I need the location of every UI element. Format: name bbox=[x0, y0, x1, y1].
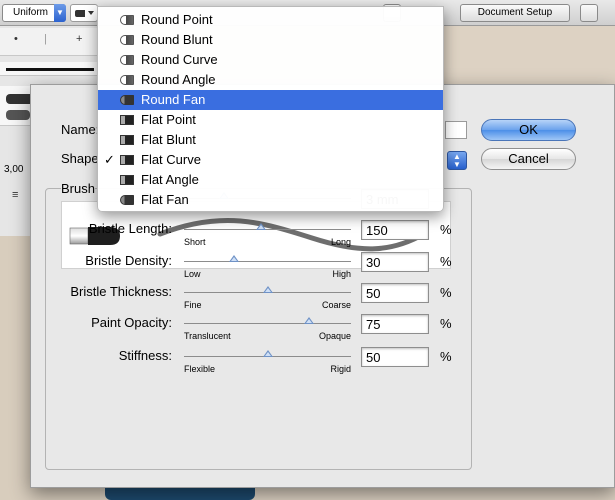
stroke-profile-value: Uniform bbox=[13, 7, 49, 18]
shape-menu-item[interactable]: Round Angle bbox=[98, 70, 443, 90]
name-label: Name: bbox=[61, 122, 100, 137]
stroke-weight-value: 3,00 bbox=[4, 164, 24, 175]
slider-min-label: Short bbox=[184, 237, 206, 247]
shape-menu-item[interactable]: Flat Point bbox=[98, 110, 443, 130]
panel-row[interactable]: • | + bbox=[0, 28, 100, 56]
shape-menu-item[interactable]: Round Blunt bbox=[98, 30, 443, 50]
slider-max-label: Long bbox=[330, 237, 351, 247]
shape-menu-item-label: Round Point bbox=[141, 12, 213, 27]
round-fan-icon bbox=[120, 95, 134, 105]
shape-menu-item[interactable]: Flat Fan bbox=[98, 190, 443, 210]
flat-point-icon bbox=[120, 115, 134, 125]
shape-menu-item-label: Flat Blunt bbox=[141, 132, 196, 147]
stroke-sample bbox=[6, 68, 94, 71]
slider-min-label: Fine bbox=[184, 300, 202, 310]
param-slider-thumb[interactable] bbox=[255, 223, 266, 230]
align-icon[interactable]: ≡ bbox=[12, 189, 18, 201]
shape-menu-item[interactable]: ✓ Flat Curve bbox=[98, 150, 443, 170]
name-field[interactable] bbox=[445, 121, 467, 139]
slider-max-label: High bbox=[332, 269, 351, 279]
shape-menu-item-label: Round Fan bbox=[141, 92, 206, 107]
round-curve-icon bbox=[120, 55, 134, 65]
cancel-button[interactable]: Cancel bbox=[481, 148, 576, 170]
dot-icon: • bbox=[14, 33, 18, 45]
shape-stepper[interactable]: ▲ ▼ bbox=[447, 151, 467, 170]
flat-angle-icon bbox=[120, 175, 134, 185]
panel-row[interactable] bbox=[0, 62, 100, 76]
document-setup-button[interactable]: Document Setup bbox=[460, 4, 570, 22]
plus-icon: + bbox=[76, 33, 83, 45]
param-label: Bristle Length: bbox=[88, 221, 172, 236]
flat-blunt-icon bbox=[120, 135, 134, 145]
shape-menu-item-label: Round Angle bbox=[141, 72, 216, 87]
param-value-field[interactable]: 50 bbox=[361, 283, 429, 303]
slider-min-label: Low bbox=[184, 269, 201, 279]
param-slider-track[interactable] bbox=[184, 261, 351, 262]
divider-icon: | bbox=[44, 33, 47, 45]
param-unit: % bbox=[440, 222, 452, 237]
shape-menu-item-label: Round Blunt bbox=[141, 32, 213, 47]
shape-menu-item-label: Flat Fan bbox=[141, 192, 189, 207]
round-angle-icon bbox=[120, 75, 134, 85]
round-point-icon bbox=[120, 15, 134, 25]
param-label: Bristle Density: bbox=[85, 253, 172, 268]
shape-menu-item[interactable]: Round Curve bbox=[98, 50, 443, 70]
param-label: Paint Opacity: bbox=[91, 315, 172, 330]
param-slider-track[interactable] bbox=[184, 323, 351, 324]
shape-label: Shape bbox=[61, 151, 99, 166]
shape-menu-item-label: Flat Point bbox=[141, 112, 196, 127]
flat-curve-icon bbox=[120, 155, 134, 165]
param-value-field[interactable]: 30 bbox=[361, 252, 429, 272]
param-unit: % bbox=[440, 316, 452, 331]
slider-min-label: Translucent bbox=[184, 331, 231, 341]
shape-menu-item[interactable]: Round Fan bbox=[98, 90, 443, 110]
ok-button[interactable]: OK bbox=[481, 119, 576, 141]
shape-menu-item[interactable]: Flat Blunt bbox=[98, 130, 443, 150]
brush-preview-icon bbox=[75, 10, 85, 17]
round-blunt-icon bbox=[120, 35, 134, 45]
shape-menu-item-label: Flat Curve bbox=[141, 152, 201, 167]
param-value-field[interactable]: 75 bbox=[361, 314, 429, 334]
slider-min-label: Flexible bbox=[184, 364, 216, 374]
control-button[interactable] bbox=[580, 4, 598, 22]
slider-max-label: Rigid bbox=[330, 364, 351, 374]
param-unit: % bbox=[440, 254, 452, 269]
chevron-down-icon: ▼ bbox=[54, 4, 66, 22]
param-value-field[interactable]: 50 bbox=[361, 347, 429, 367]
brush-sample bbox=[6, 110, 30, 120]
param-label: Stiffness: bbox=[118, 348, 172, 363]
document-object bbox=[105, 486, 255, 500]
shape-menu-item-label: Flat Angle bbox=[141, 172, 199, 187]
brush-definition-select[interactable] bbox=[70, 4, 98, 22]
shape-menu-item[interactable]: Flat Angle bbox=[98, 170, 443, 190]
param-slider-thumb[interactable] bbox=[262, 286, 273, 293]
slider-max-label: Opaque bbox=[318, 331, 351, 341]
param-slider-track[interactable] bbox=[184, 229, 351, 230]
chevron-down-icon bbox=[88, 11, 94, 15]
param-slider-thumb[interactable] bbox=[304, 317, 315, 324]
param-slider-thumb[interactable] bbox=[262, 350, 273, 357]
param-label: Bristle Thickness: bbox=[70, 284, 172, 299]
stroke-profile-select[interactable]: Uniform ▼ bbox=[2, 4, 66, 22]
param-unit: % bbox=[440, 285, 452, 300]
slider-max-label: Coarse bbox=[321, 300, 351, 310]
checkmark-icon: ✓ bbox=[104, 152, 115, 167]
shape-menu-item[interactable]: Round Point bbox=[98, 10, 443, 30]
param-value-field[interactable]: 150 bbox=[361, 220, 429, 240]
shape-menu-item-label: Round Curve bbox=[141, 52, 218, 67]
param-slider-thumb[interactable] bbox=[229, 255, 240, 262]
shape-menu: Round Point Round Blunt Round Curve Round A… bbox=[97, 6, 444, 212]
flat-fan-icon bbox=[120, 195, 134, 205]
param-unit: % bbox=[440, 349, 452, 364]
